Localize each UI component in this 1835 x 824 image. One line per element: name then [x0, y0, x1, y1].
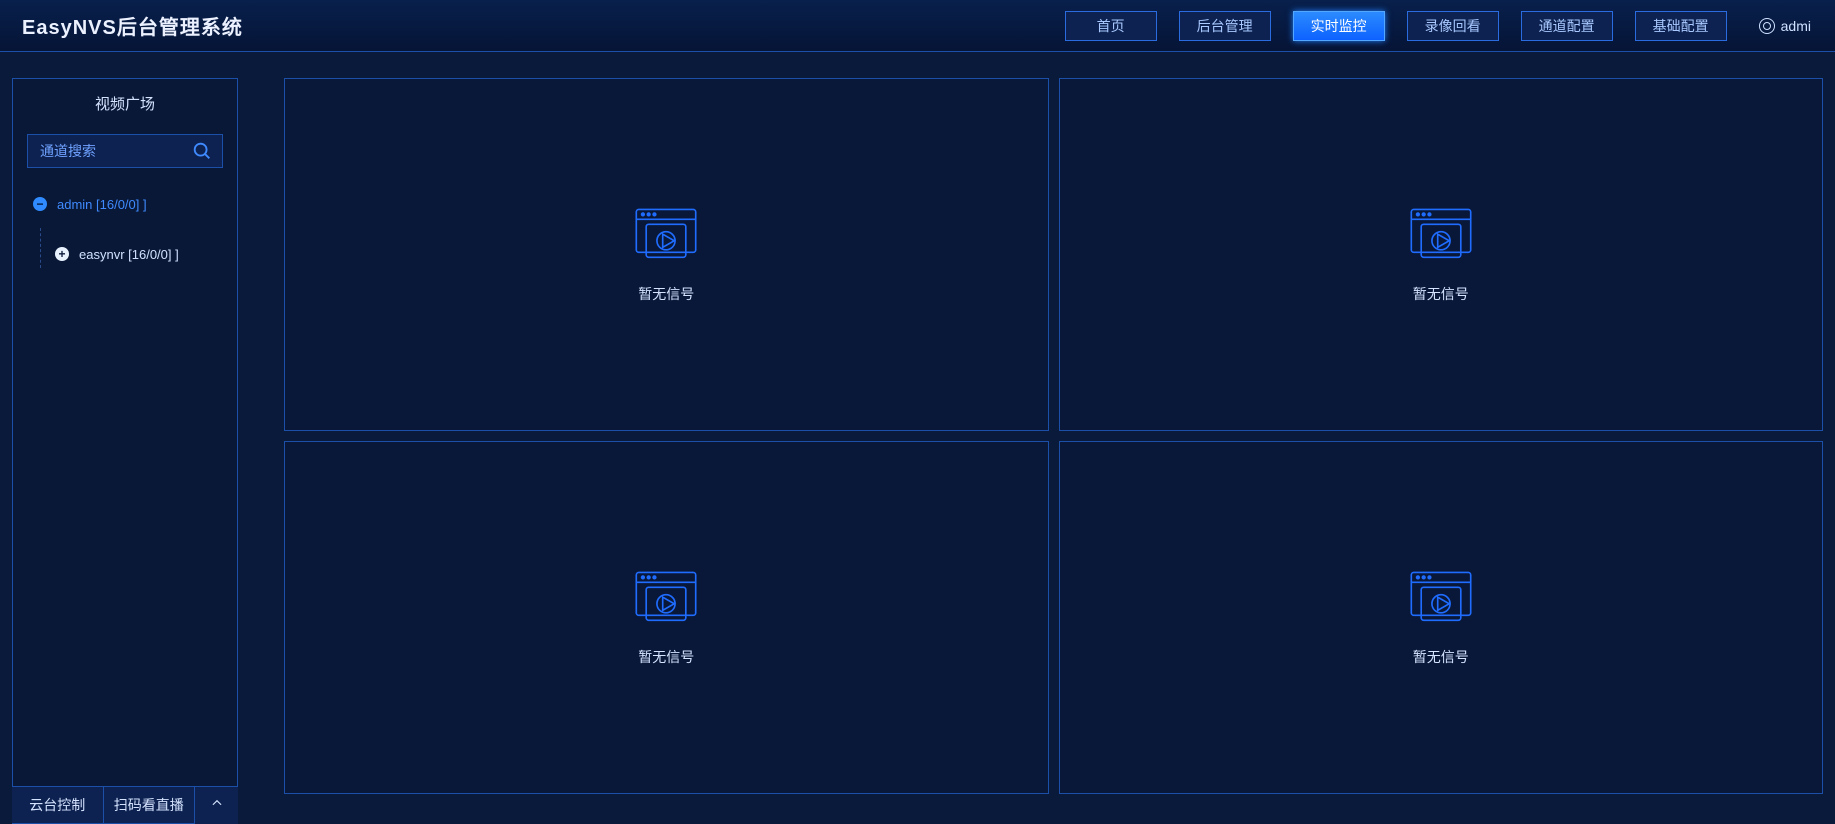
no-signal-text: 暂无信号: [638, 284, 694, 304]
tree-children: + easynvr [16/0/0] ]: [40, 228, 237, 268]
panel-footer: 云台控制 扫码看直播: [12, 786, 238, 824]
collapse-panel-button[interactable]: [194, 787, 238, 824]
nav-basic[interactable]: 基础配置: [1635, 11, 1727, 41]
video-tile[interactable]: 暂无信号: [1059, 78, 1824, 431]
channel-tree-panel: 视频广场 − admin [16/0/0] ] + easynvr [16/0/…: [12, 78, 238, 824]
nav-channel[interactable]: 通道配置: [1521, 11, 1613, 41]
no-signal-text: 暂无信号: [1413, 284, 1469, 304]
sidebar: 视频广场 − admin [16/0/0] ] + easynvr [16/0/…: [0, 52, 250, 824]
nav-live[interactable]: 实时监控: [1293, 11, 1385, 41]
video-tile[interactable]: 暂无信号: [1059, 441, 1824, 794]
search-wrap: [27, 134, 223, 168]
video-tile[interactable]: 暂无信号: [284, 78, 1049, 431]
no-signal-text: 暂无信号: [638, 647, 694, 667]
no-signal-icon: [633, 206, 699, 264]
tab-scan-qr-live[interactable]: 扫码看直播: [103, 787, 195, 824]
tree-item-label: admin [16/0/0] ]: [57, 197, 147, 212]
nav-backend[interactable]: 后台管理: [1179, 11, 1271, 41]
no-signal-text: 暂无信号: [1413, 647, 1469, 667]
tree-item-easynvr[interactable]: + easynvr [16/0/0] ]: [55, 240, 237, 268]
chevron-up-icon: [210, 796, 224, 810]
video-grid: 暂无信号 暂无信号 暂无信号: [284, 78, 1823, 794]
tab-ptz-control[interactable]: 云台控制: [12, 787, 103, 824]
app-title: EasyNVS后台管理系统: [22, 11, 243, 40]
user-label: admi: [1781, 18, 1811, 34]
no-signal-icon: [633, 569, 699, 627]
tree-item-admin[interactable]: − admin [16/0/0] ]: [33, 190, 237, 218]
search-icon[interactable]: [191, 140, 213, 162]
no-signal-icon: [1408, 569, 1474, 627]
page: 视频广场 − admin [16/0/0] ] + easynvr [16/0/…: [0, 52, 1835, 824]
video-tile[interactable]: 暂无信号: [284, 441, 1049, 794]
nav-playback[interactable]: 录像回看: [1407, 11, 1499, 41]
minus-icon[interactable]: −: [33, 197, 47, 211]
nav-bar: 首页 后台管理 实时监控 录像回看 通道配置 基础配置 admi: [1065, 0, 1811, 51]
panel-title: 视频广场: [13, 79, 237, 124]
nav-home[interactable]: 首页: [1065, 11, 1157, 41]
no-signal-icon: [1408, 206, 1474, 264]
video-viewer: 暂无信号 暂无信号 暂无信号: [250, 52, 1835, 824]
user-icon: [1759, 18, 1775, 34]
plus-icon[interactable]: +: [55, 247, 69, 261]
tree-item-label: easynvr [16/0/0] ]: [79, 247, 179, 262]
app-header: EasyNVS后台管理系统 首页 后台管理 实时监控 录像回看 通道配置 基础配…: [0, 0, 1835, 52]
user-menu[interactable]: admi: [1759, 18, 1811, 34]
channel-tree: − admin [16/0/0] ] + easynvr [16/0/0] ]: [13, 186, 237, 823]
